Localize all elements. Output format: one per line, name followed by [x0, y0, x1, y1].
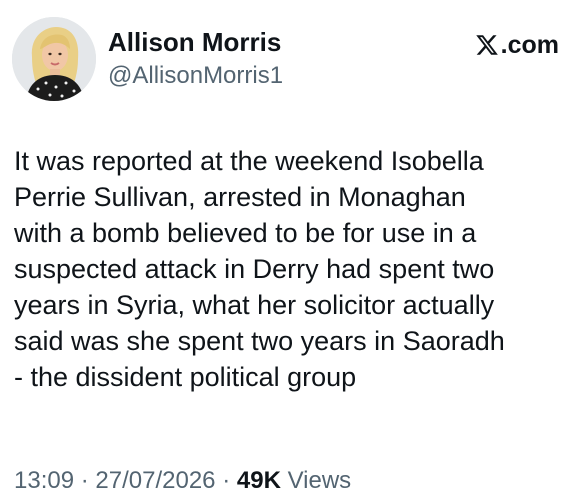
- views-count: 49K: [236, 467, 281, 494]
- author-names: Allison Morris @AllisonMorris1: [108, 27, 283, 91]
- tweet-meta: 13:09 · 27/07/2026 · 49K Views: [14, 466, 351, 496]
- avatar[interactable]: [12, 17, 96, 101]
- display-name[interactable]: Allison Morris: [108, 27, 283, 57]
- tweet-card: Allison Morris @AllisonMorris1 .com It w…: [0, 0, 579, 500]
- meta-separator: ·: [80, 467, 89, 494]
- views-label: Views: [287, 467, 352, 494]
- tweet-date[interactable]: 27/07/2026: [95, 467, 215, 494]
- brand-suffix: .com: [500, 31, 559, 59]
- x-logo-icon: [475, 35, 498, 55]
- user-handle[interactable]: @AllisonMorris1: [108, 61, 283, 91]
- meta-separator: ·: [222, 467, 231, 494]
- x-brand: .com: [475, 31, 559, 59]
- tweet-text: It was reported at the weekend Isobella …: [14, 146, 505, 392]
- tweet-header: Allison Morris @AllisonMorris1 .com: [12, 17, 559, 101]
- profile-photo-icon: [12, 17, 96, 101]
- tweet-time[interactable]: 13:09: [14, 467, 74, 494]
